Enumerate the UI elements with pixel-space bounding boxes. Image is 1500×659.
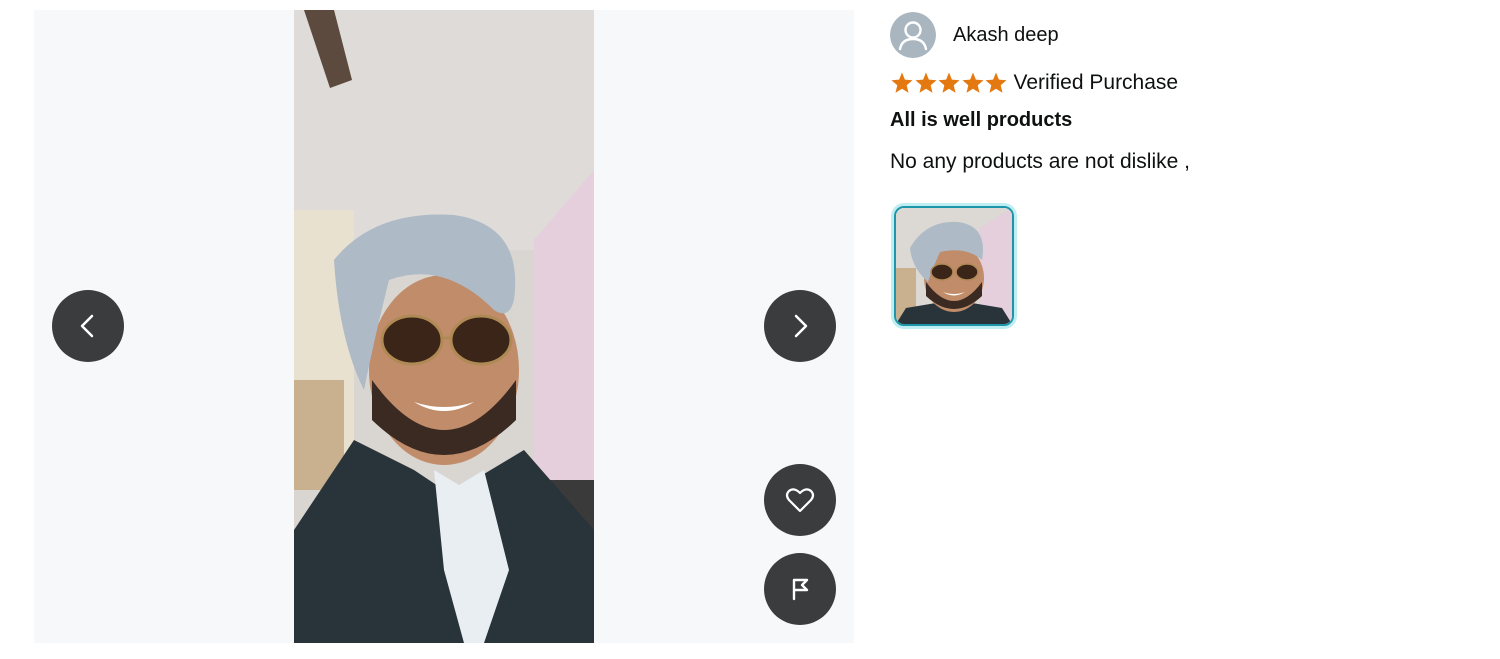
star-icon <box>938 72 960 93</box>
thumbnail-image <box>896 208 1012 324</box>
star-icon <box>891 72 913 93</box>
author-name[interactable]: Akash deep <box>953 24 1059 47</box>
star-rating[interactable] <box>890 71 1008 95</box>
review-photo <box>294 10 594 643</box>
image-viewer <box>34 10 854 643</box>
user-avatar-icon <box>890 12 936 58</box>
like-button[interactable] <box>764 464 836 536</box>
heart-icon <box>785 488 815 513</box>
review-photo-image <box>294 10 594 643</box>
star-icon <box>915 72 936 93</box>
star-icon <box>985 72 1007 93</box>
previous-image-button[interactable] <box>52 290 124 362</box>
author-row: Akash deep <box>890 12 1470 58</box>
review-title: All is well products <box>890 109 1073 131</box>
next-image-button[interactable] <box>764 290 836 362</box>
review-panel: Akash deep Verified Purchase All is well… <box>890 12 1470 326</box>
star-icon <box>962 72 983 93</box>
rating-row: Verified Purchase <box>890 69 1470 97</box>
chevron-left-icon <box>80 314 94 338</box>
review-body: No any products are not dislike , <box>890 150 1190 173</box>
report-button[interactable] <box>764 553 836 625</box>
chevron-right-icon <box>794 314 808 338</box>
review-image-thumbnail[interactable] <box>894 206 1014 326</box>
verified-purchase-badge: Verified Purchase <box>1013 71 1179 94</box>
flag-icon <box>792 578 809 601</box>
